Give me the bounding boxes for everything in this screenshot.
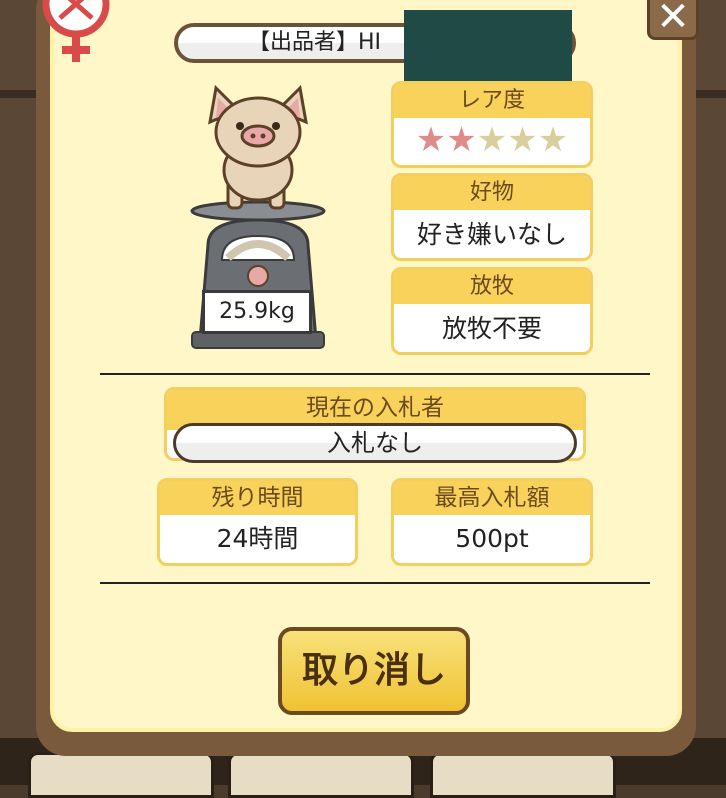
current-bidder-value: 入札なし (173, 423, 577, 463)
star-icon: ★ (415, 120, 447, 160)
likes-box: 好物 好き嫌いなし (391, 173, 593, 261)
remaining-time-label: 残り時間 (160, 481, 355, 515)
female-icon (42, 0, 110, 62)
star-icon: ★ (446, 120, 477, 160)
remaining-time-value: 24時間 (216, 524, 299, 553)
star-icon: ★ (537, 120, 569, 160)
bottom-tab[interactable] (228, 752, 414, 798)
grazing-value: 放牧不要 (441, 314, 542, 343)
rarity-label: レア度 (394, 84, 590, 118)
star-icon: ★ (507, 120, 538, 160)
highest-bid-box: 最高入札額 500pt (391, 478, 593, 566)
remaining-time-box: 残り時間 24時間 (157, 478, 358, 566)
highest-bid-value: 500pt (455, 524, 529, 553)
highest-bid-label: 最高入札額 (394, 481, 590, 515)
divider (100, 582, 650, 584)
rarity-box: レア度 ★★★★★ (391, 81, 593, 168)
redacted-block (404, 10, 572, 92)
star-icon: ★ (476, 120, 508, 160)
likes-label: 好物 (394, 176, 590, 210)
bottom-tab[interactable] (28, 752, 214, 798)
cancel-button[interactable]: 取り消し (278, 627, 470, 715)
divider (100, 373, 650, 375)
likes-value: 好き嫌いなし (416, 220, 567, 249)
rarity-stars: ★★★★★ (394, 118, 590, 162)
grazing-box: 放牧 放牧不要 (391, 267, 593, 355)
bottom-tab[interactable] (430, 752, 616, 798)
grazing-label: 放牧 (394, 270, 590, 304)
weight-display: 25.9kg (202, 290, 312, 334)
close-button[interactable]: ✕ (647, 0, 699, 40)
seller-label: 【出品者】HI (248, 30, 382, 55)
